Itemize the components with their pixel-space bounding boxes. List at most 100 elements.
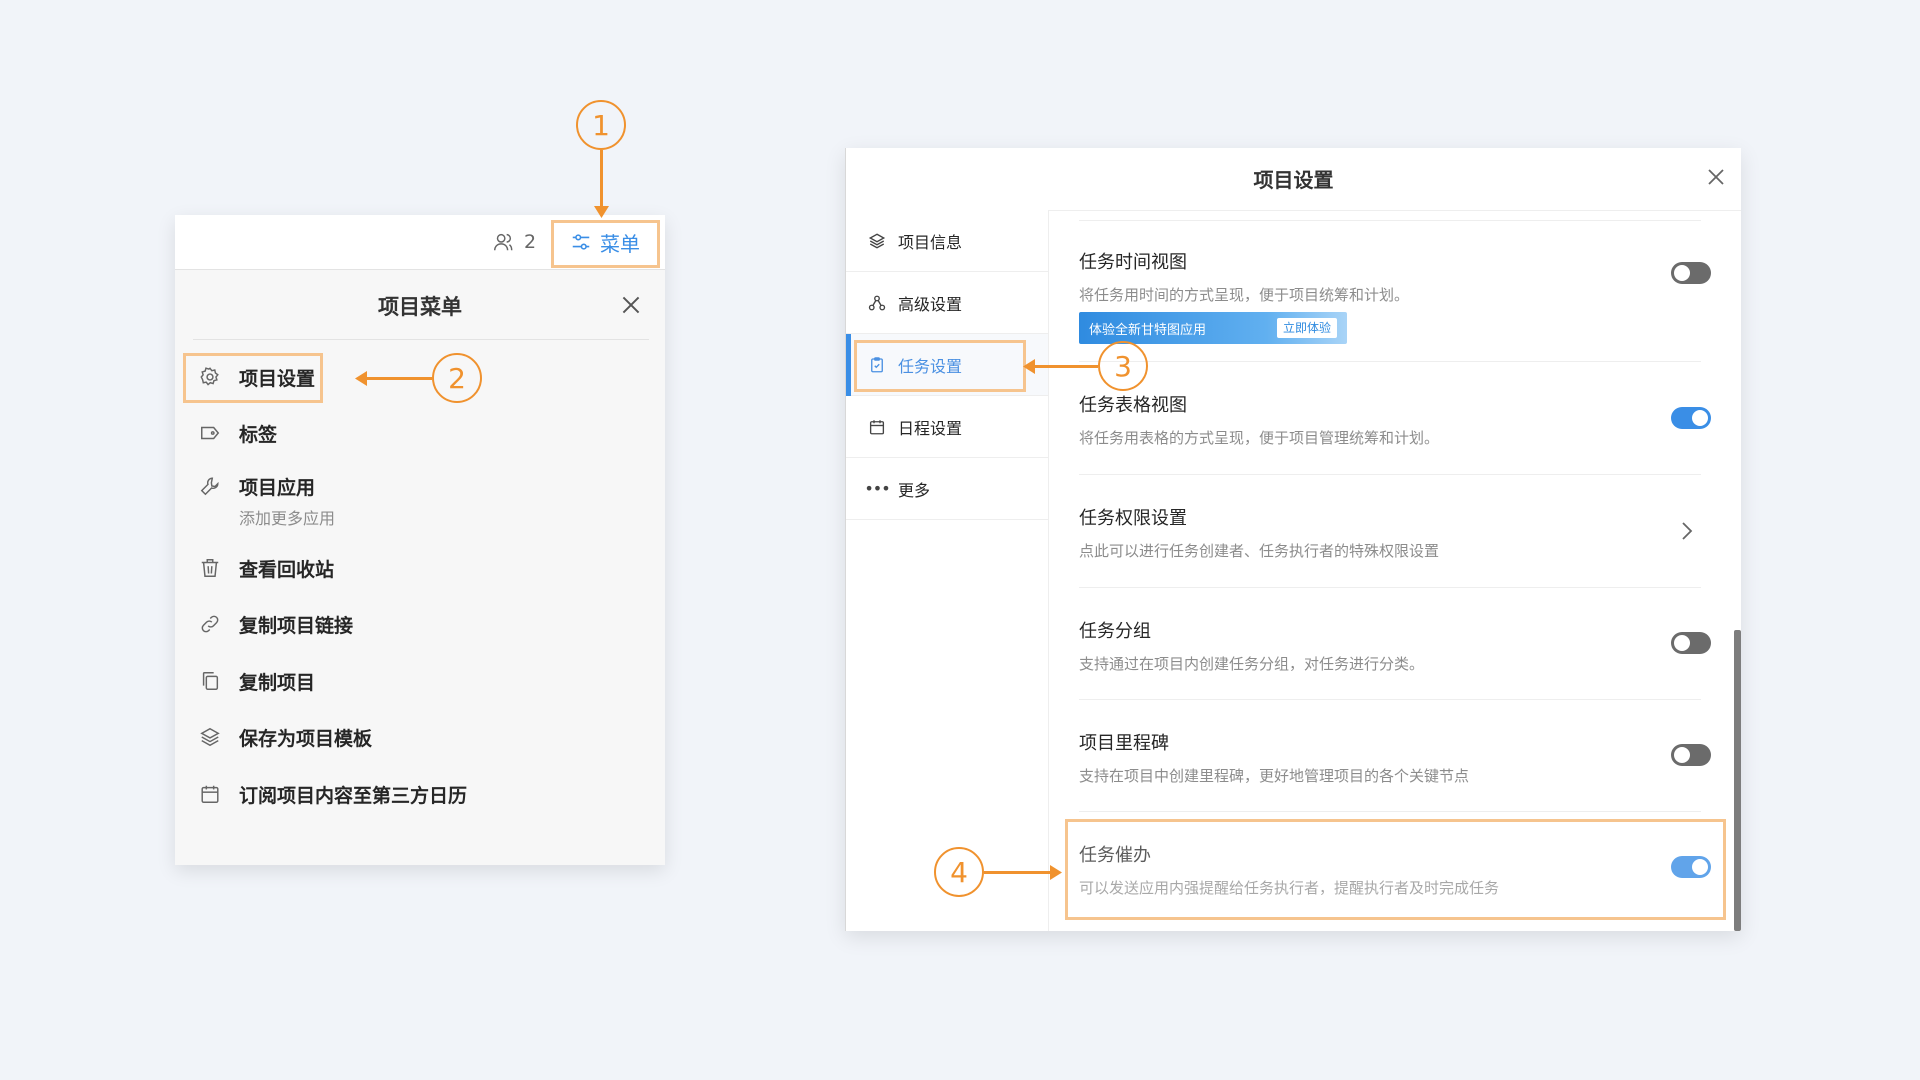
menu-button[interactable]: 菜单 bbox=[553, 221, 657, 263]
toggle-task-reminder[interactable] bbox=[1671, 856, 1711, 878]
setting-desc: 支持通过在项目内创建任务分组，对任务进行分类。 bbox=[1079, 655, 1425, 673]
menu-item-copy-link[interactable]: 复制项目链接 bbox=[195, 604, 635, 644]
sidebar-item-advanced[interactable]: 高级设置 bbox=[846, 272, 1048, 334]
setting-desc: 支持在项目中创建里程碑，更好地管理项目的各个关键节点 bbox=[1079, 767, 1470, 785]
sidebar-item-schedule[interactable]: 日程设置 bbox=[846, 396, 1048, 458]
sidebar-item-task-settings[interactable]: 任务设置 bbox=[846, 334, 1048, 396]
callout-1: 1 bbox=[576, 100, 626, 150]
setting-desc: 将任务用表格的方式呈现，便于项目管理统筹和计划。 bbox=[1079, 429, 1440, 447]
menu-item-label: 查看回收站 bbox=[239, 558, 335, 581]
settings-content: 任务时间视图 将任务用时间的方式呈现，便于项目统筹和计划。 体验全新甘特图应用 … bbox=[1049, 210, 1741, 931]
project-settings-dialog: 项目设置 项目信息 高级设置 任务设置 日程设置 ••• 更多 任务时间视图 将… bbox=[845, 148, 1741, 931]
sidebar-item-label: 高级设置 bbox=[898, 294, 963, 314]
try-now-button[interactable]: 立即体验 bbox=[1276, 318, 1337, 338]
callout-4: 4 bbox=[934, 847, 984, 897]
menu-item-label: 复制项目 bbox=[239, 671, 316, 694]
sidebar-item-project-info[interactable]: 项目信息 bbox=[846, 210, 1048, 272]
menu-item-label: 项目应用 bbox=[239, 476, 316, 499]
calendar-icon bbox=[195, 779, 225, 809]
active-indicator bbox=[846, 334, 851, 396]
setting-title: 任务权限设置 bbox=[1079, 508, 1187, 529]
wrench-icon bbox=[195, 471, 225, 501]
sliders-icon bbox=[572, 234, 590, 250]
clipboard-icon bbox=[866, 354, 888, 376]
members-indicator[interactable]: 2 bbox=[492, 229, 536, 255]
close-icon[interactable] bbox=[1704, 165, 1730, 191]
setting-title: 任务分组 bbox=[1079, 621, 1151, 642]
copy-icon bbox=[195, 666, 225, 696]
setting-task-groups: 任务分组 支持通过在项目内创建任务分组，对任务进行分类。 bbox=[1079, 617, 1701, 674]
arrowhead-left bbox=[355, 371, 367, 386]
setting-task-timeline: 任务时间视图 将任务用时间的方式呈现，便于项目统筹和计划。 bbox=[1079, 248, 1701, 305]
gear-icon bbox=[195, 362, 225, 392]
menu-item-tags[interactable]: 标签 bbox=[195, 413, 635, 453]
toggle-task-table[interactable] bbox=[1671, 407, 1711, 429]
setting-task-permissions[interactable]: 任务权限设置 点此可以进行任务创建者、任务执行者的特殊权限设置 bbox=[1079, 504, 1701, 561]
sidebar-item-label: 任务设置 bbox=[898, 356, 963, 376]
menu-item-subscribe-calendar[interactable]: 订阅项目内容至第三方日历 bbox=[195, 774, 635, 814]
menu-item-label: 项目设置 bbox=[239, 367, 316, 390]
divider bbox=[1079, 361, 1701, 362]
divider bbox=[1079, 220, 1701, 221]
callout-1-arrow bbox=[600, 150, 603, 214]
nodes-icon bbox=[866, 292, 888, 314]
menu-item-label: 复制项目链接 bbox=[239, 614, 354, 637]
setting-title: 项目里程碑 bbox=[1079, 733, 1169, 754]
menu-item-save-template[interactable]: 保存为项目模板 bbox=[195, 717, 635, 757]
callout-3-arrow bbox=[1032, 365, 1098, 368]
promo-text: 体验全新甘特图应用 bbox=[1089, 322, 1207, 338]
menu-item-trash[interactable]: 查看回收站 bbox=[195, 548, 635, 588]
setting-desc: 点此可以进行任务创建者、任务执行者的特殊权限设置 bbox=[1079, 542, 1440, 560]
divider bbox=[193, 339, 649, 340]
callout-2: 2 bbox=[432, 353, 482, 403]
toggle-milestones[interactable] bbox=[1671, 744, 1711, 766]
panel-title: 项目菜单 bbox=[378, 295, 462, 319]
setting-task-reminder: 任务催办 可以发送应用内强提醒给任务执行者，提醒执行者及时完成任务 bbox=[1079, 841, 1701, 898]
divider bbox=[1079, 474, 1701, 475]
menu-item-project-apps[interactable]: 项目应用 bbox=[195, 466, 635, 506]
sidebar-item-label: 日程设置 bbox=[898, 418, 963, 438]
chevron-right-icon[interactable] bbox=[1680, 520, 1694, 542]
menu-item-sublabel: 添加更多应用 bbox=[239, 509, 336, 528]
arrowhead-down bbox=[594, 206, 609, 218]
arrowhead-left bbox=[1023, 359, 1035, 374]
gantt-promo-banner[interactable]: 体验全新甘特图应用 立即体验 bbox=[1079, 312, 1347, 344]
divider bbox=[1079, 587, 1701, 588]
layers-icon bbox=[195, 722, 225, 752]
dialog-title: 项目设置 bbox=[1253, 168, 1334, 192]
member-count: 2 bbox=[524, 231, 537, 253]
scrollbar[interactable] bbox=[1734, 630, 1741, 931]
close-icon[interactable] bbox=[618, 292, 644, 318]
more-icon: ••• bbox=[864, 479, 890, 498]
toggle-task-groups[interactable] bbox=[1671, 632, 1711, 654]
sidebar-item-label: 项目信息 bbox=[898, 232, 963, 252]
layers-icon bbox=[866, 230, 888, 252]
menu-button-label: 菜单 bbox=[600, 231, 640, 256]
setting-milestones: 项目里程碑 支持在项目中创建里程碑，更好地管理项目的各个关键节点 bbox=[1079, 729, 1701, 786]
callout-3: 3 bbox=[1098, 341, 1148, 391]
link-icon bbox=[195, 609, 225, 639]
menu-item-label: 标签 bbox=[239, 423, 278, 446]
menu-item-label: 订阅项目内容至第三方日历 bbox=[239, 784, 468, 807]
project-topbar: 2 菜单 bbox=[175, 215, 665, 270]
arrowhead-right bbox=[1050, 865, 1062, 880]
setting-desc: 可以发送应用内强提醒给任务执行者，提醒执行者及时完成任务 bbox=[1079, 879, 1500, 897]
setting-title: 任务催办 bbox=[1079, 845, 1151, 866]
project-menu-panel: 2 菜单 项目菜单 项目设置 标签 项目应用 添加更多应用 查看回收站 复制项目… bbox=[175, 215, 665, 865]
callout-4-arrow bbox=[984, 871, 1053, 874]
toggle-task-timeline[interactable] bbox=[1671, 262, 1711, 284]
callout-2-arrow bbox=[364, 377, 432, 380]
setting-title: 任务表格视图 bbox=[1079, 395, 1187, 416]
menu-item-copy-project[interactable]: 复制项目 bbox=[195, 661, 635, 701]
settings-sidebar: 项目信息 高级设置 任务设置 日程设置 ••• 更多 bbox=[846, 210, 1049, 931]
menu-item-label: 保存为项目模板 bbox=[239, 727, 373, 750]
divider bbox=[1079, 811, 1701, 812]
sidebar-item-label: 更多 bbox=[898, 480, 931, 500]
tag-icon bbox=[195, 418, 225, 448]
calendar-icon bbox=[866, 416, 888, 438]
setting-task-table: 任务表格视图 将任务用表格的方式呈现，便于项目管理统筹和计划。 bbox=[1079, 391, 1701, 448]
sidebar-item-more[interactable]: ••• 更多 bbox=[846, 458, 1048, 520]
members-icon bbox=[494, 233, 513, 251]
setting-desc: 将任务用时间的方式呈现，便于项目统筹和计划。 bbox=[1079, 286, 1410, 304]
trash-icon bbox=[195, 553, 225, 583]
